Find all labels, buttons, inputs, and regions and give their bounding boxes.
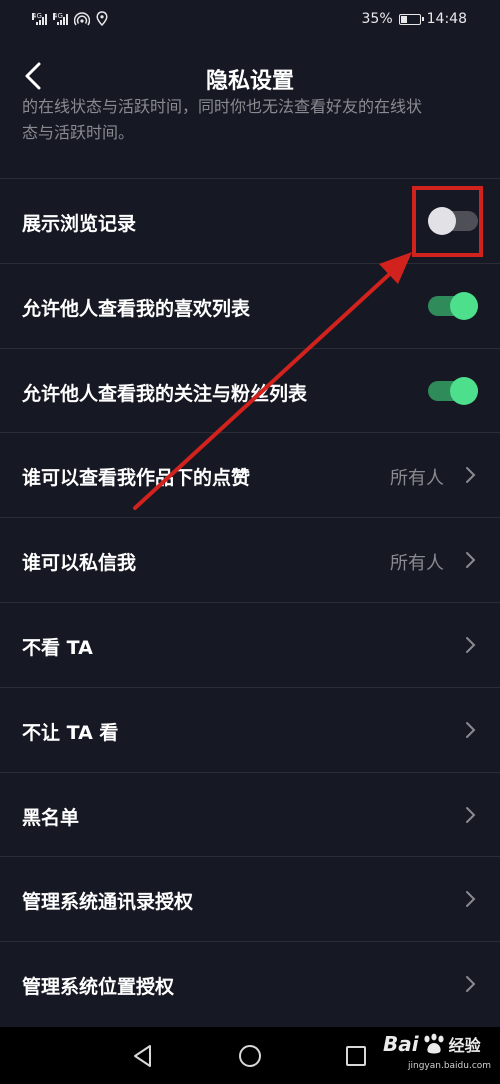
chevron-right-icon bbox=[466, 976, 476, 993]
privacy-description: 的在线状态与活跃时间，同时你也无法查看好友的在线状 态与活跃时间。 bbox=[22, 97, 482, 146]
location-icon bbox=[96, 11, 108, 26]
watermark: Bai 经验 bbox=[383, 1032, 481, 1056]
setting-label: 展示浏览记录 bbox=[22, 213, 137, 235]
likes-list-toggle[interactable] bbox=[428, 291, 478, 320]
setting-label: 不让 TA 看 bbox=[22, 721, 119, 744]
back-triangle-icon[interactable] bbox=[128, 1041, 158, 1071]
status-right: 35% 14:48 bbox=[362, 11, 467, 27]
home-circle-icon[interactable] bbox=[235, 1041, 265, 1071]
cell-signal-icon: 4G bbox=[32, 11, 47, 25]
following-fans-toggle[interactable] bbox=[428, 376, 478, 405]
setting-label: 管理系统位置授权 bbox=[22, 976, 175, 999]
status-bar: 4G 4G 35% 14:48 bbox=[0, 0, 500, 42]
hotspot-icon bbox=[74, 11, 90, 25]
setting-hide-their-content[interactable]: 不看 TA bbox=[0, 601, 500, 687]
chevron-right-icon bbox=[466, 467, 476, 484]
watermark-url: jingyan.baidu.com bbox=[408, 1061, 492, 1071]
battery-icon bbox=[398, 13, 424, 25]
watermark-brand: Bai bbox=[383, 1032, 419, 1056]
setting-label: 管理系统通讯录授权 bbox=[22, 891, 194, 914]
recents-square-icon[interactable] bbox=[341, 1041, 371, 1071]
chevron-right-icon bbox=[466, 636, 476, 653]
toggle-knob bbox=[450, 291, 478, 320]
network-type-label: 4G bbox=[32, 11, 42, 20]
chevron-right-icon bbox=[466, 552, 476, 569]
battery-percent: 35% bbox=[361, 11, 393, 27]
setting-contacts-permission[interactable]: 管理系统通讯录授权 bbox=[0, 856, 500, 941]
toggle-knob bbox=[450, 376, 478, 405]
battery-level bbox=[400, 15, 407, 23]
description-line-1: 的在线状态与活跃时间，同时你也无法查看好友的在线状 bbox=[22, 97, 423, 116]
description-partial-line: 的在线状态与活跃时间，同时你也无法查看好友的在线状 bbox=[22, 94, 482, 116]
setting-blacklist[interactable]: 黑名单 bbox=[0, 771, 500, 857]
setting-hide-my-content[interactable]: 不让 TA 看 bbox=[0, 686, 500, 772]
setting-label: 黑名单 bbox=[22, 806, 80, 829]
settings-list: 展示浏览记录 允许他人查看我的喜欢列表 允许他人查看我的关注与粉丝列表 谁可以查… bbox=[0, 178, 500, 1026]
setting-likes-list[interactable]: 允许他人查看我的喜欢列表 bbox=[0, 262, 500, 348]
setting-label: 不看 TA bbox=[22, 636, 93, 659]
chevron-right-icon bbox=[466, 721, 476, 738]
status-left: 4G 4G bbox=[32, 11, 108, 26]
chevron-right-icon bbox=[466, 891, 476, 908]
setting-label: 谁可以私信我 bbox=[22, 552, 137, 575]
description-line-2: 态与活跃时间。 bbox=[22, 123, 135, 142]
setting-who-can-message[interactable]: 谁可以私信我 所有人 bbox=[0, 517, 500, 602]
setting-following-fans-list[interactable]: 允许他人查看我的关注与粉丝列表 bbox=[0, 347, 500, 433]
clock: 14:48 bbox=[426, 11, 467, 27]
setting-label: 允许他人查看我的喜欢列表 bbox=[22, 297, 251, 320]
chevron-right-icon bbox=[466, 806, 476, 823]
network-type-label-2: 4G bbox=[53, 11, 63, 20]
page-title: 隐私设置 bbox=[205, 69, 294, 94]
setting-location-permission[interactable]: 管理系统位置授权 bbox=[0, 941, 500, 1026]
setting-label: 谁可以查看我作品下的点赞 bbox=[22, 467, 251, 490]
paw-logo-icon bbox=[424, 1033, 444, 1054]
setting-value: 所有人 bbox=[390, 553, 444, 575]
setting-label: 允许他人查看我的关注与粉丝列表 bbox=[22, 382, 308, 405]
setting-who-can-view-likes[interactable]: 谁可以查看我作品下的点赞 所有人 bbox=[0, 432, 500, 517]
setting-value: 所有人 bbox=[390, 468, 444, 490]
watermark-suffix: 经验 bbox=[448, 1036, 481, 1055]
annotation-highlight-box bbox=[412, 186, 483, 257]
cell-signal-icon-2: 4G bbox=[53, 11, 68, 25]
